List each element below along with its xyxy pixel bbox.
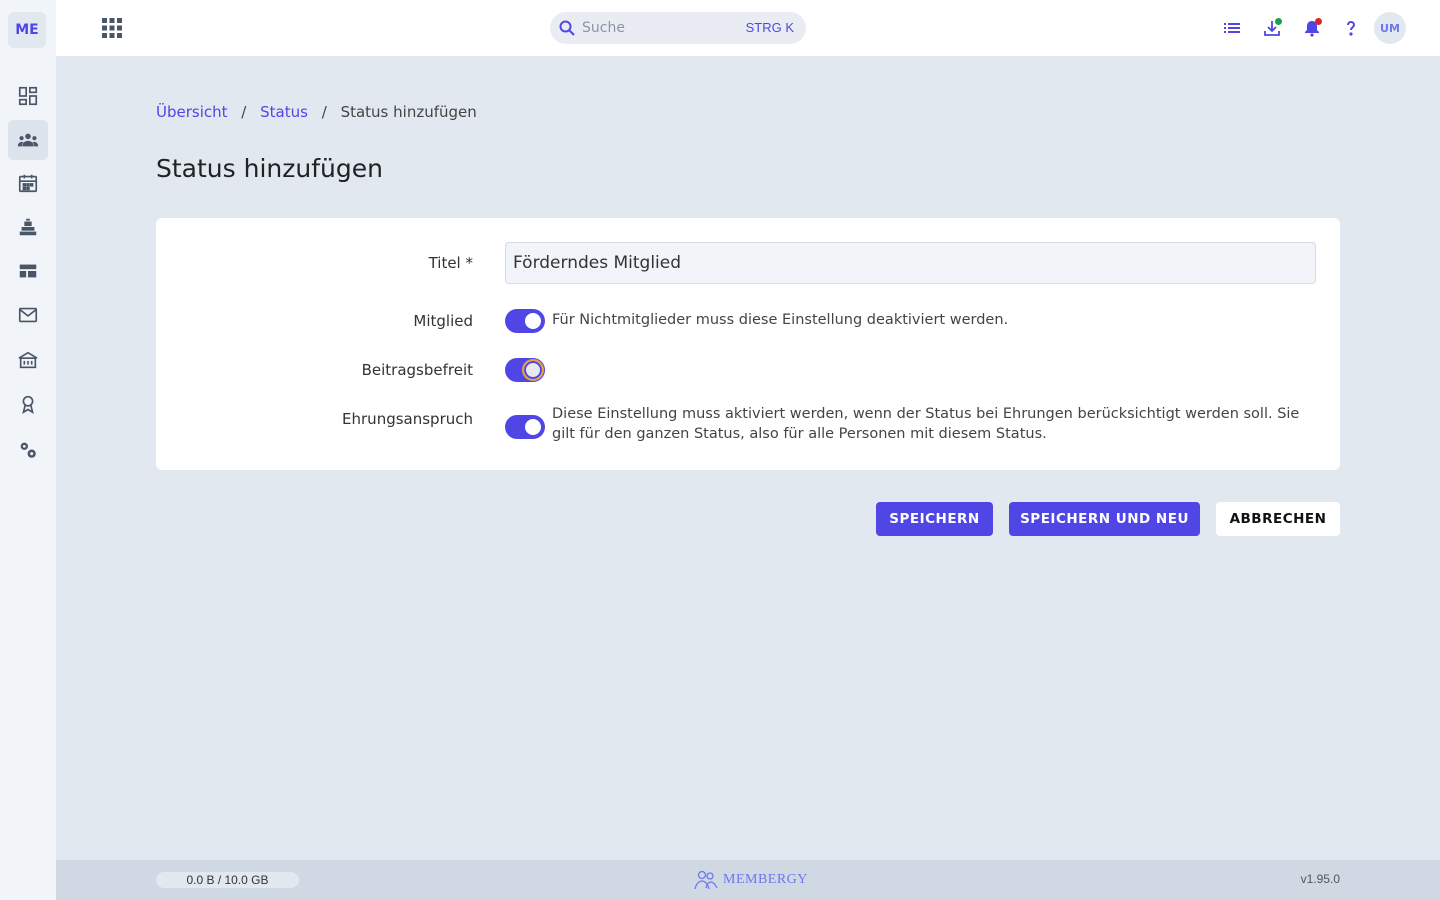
breadcrumb-separator: / [321,103,327,121]
membergy-logo-icon [694,870,718,890]
breadcrumb: Übersicht / Status / Status hinzufügen [156,103,477,121]
page-title: Status hinzufügen [156,154,383,183]
sidebar-item-calendar[interactable] [8,163,48,203]
mitglied-toggle[interactable] [505,309,545,333]
downloads-button[interactable] [1261,17,1283,39]
beitragsbefreit-toggle[interactable] [505,358,545,382]
inventory-icon [19,218,37,236]
breadcrumb-separator: / [241,103,247,121]
app-version: v1.95.0 [1300,872,1340,886]
sidebar-item-mail[interactable] [8,295,48,335]
sidebar-item-awards[interactable] [8,384,48,424]
search-bar[interactable]: STRG K [550,12,806,44]
cancel-button[interactable]: ABBRECHEN [1216,502,1340,536]
ehrungsanspruch-hint: Diese Einstellung muss aktiviert werden,… [552,406,1300,442]
beitragsbefreit-label: Beitragsbefreit [361,361,473,379]
app-logo[interactable]: ME [8,12,46,48]
ehrungsanspruch-toggle[interactable] [505,415,545,439]
sidebar-item-dashboard[interactable] [8,76,48,116]
mitglied-hint: Für Nichtmitglieder muss diese Einstellu… [552,312,1009,328]
notifications-button[interactable] [1301,17,1323,39]
sidebar-item-inventory[interactable] [8,207,48,247]
brand-logo: MEMBERGY [693,869,808,891]
people-icon [17,133,39,147]
notification-dot [1315,18,1322,25]
help-button[interactable] [1340,17,1362,39]
search-input[interactable] [582,18,732,38]
sidebar-item-settings[interactable] [8,430,48,470]
breadcrumb-status[interactable]: Status [260,103,308,121]
building-icon [18,351,38,369]
title-input[interactable] [505,242,1316,284]
toggle-knob [525,313,541,329]
sidebar-item-building[interactable] [8,340,48,380]
title-label: Titel * [428,254,473,272]
brand-name: MEMBERGY [723,872,808,887]
toggle-knob [525,419,541,435]
ehrungsanspruch-label: Ehrungsanspruch [342,410,473,428]
calendar-icon [18,174,38,193]
top-bar: STRG K UM [56,0,1440,56]
search-shortcut: STRG K [745,20,794,35]
save-button[interactable]: SPEICHERN [876,502,993,536]
award-icon [22,395,34,414]
sidebar: ME [0,0,56,900]
table-icon [19,264,37,278]
storage-usage: 0.0 B / 10.0 GB [156,872,299,888]
task-list-button[interactable] [1221,17,1243,39]
apps-grid-icon[interactable] [102,18,122,38]
sidebar-item-table[interactable] [8,251,48,291]
toggle-knob [522,359,544,381]
search-icon [559,20,575,36]
status-form-card: Titel * Mitglied Für Nichtmitglieder mus… [156,218,1340,470]
footer: 0.0 B / 10.0 GB MEMBERGY v1.95.0 [56,860,1440,900]
breadcrumb-overview[interactable]: Übersicht [156,103,228,121]
help-icon [1347,20,1356,36]
save-and-new-button[interactable]: SPEICHERN UND NEU [1009,502,1200,536]
download-status-dot [1275,18,1282,25]
mail-icon [18,307,38,323]
list-icon [1224,23,1240,33]
settings-icon [20,442,36,458]
mitglied-label: Mitglied [413,312,473,330]
user-avatar[interactable]: UM [1374,12,1406,44]
dashboard-icon [18,86,38,106]
sidebar-item-people[interactable] [8,120,48,160]
breadcrumb-current: Status hinzufügen [340,103,477,121]
